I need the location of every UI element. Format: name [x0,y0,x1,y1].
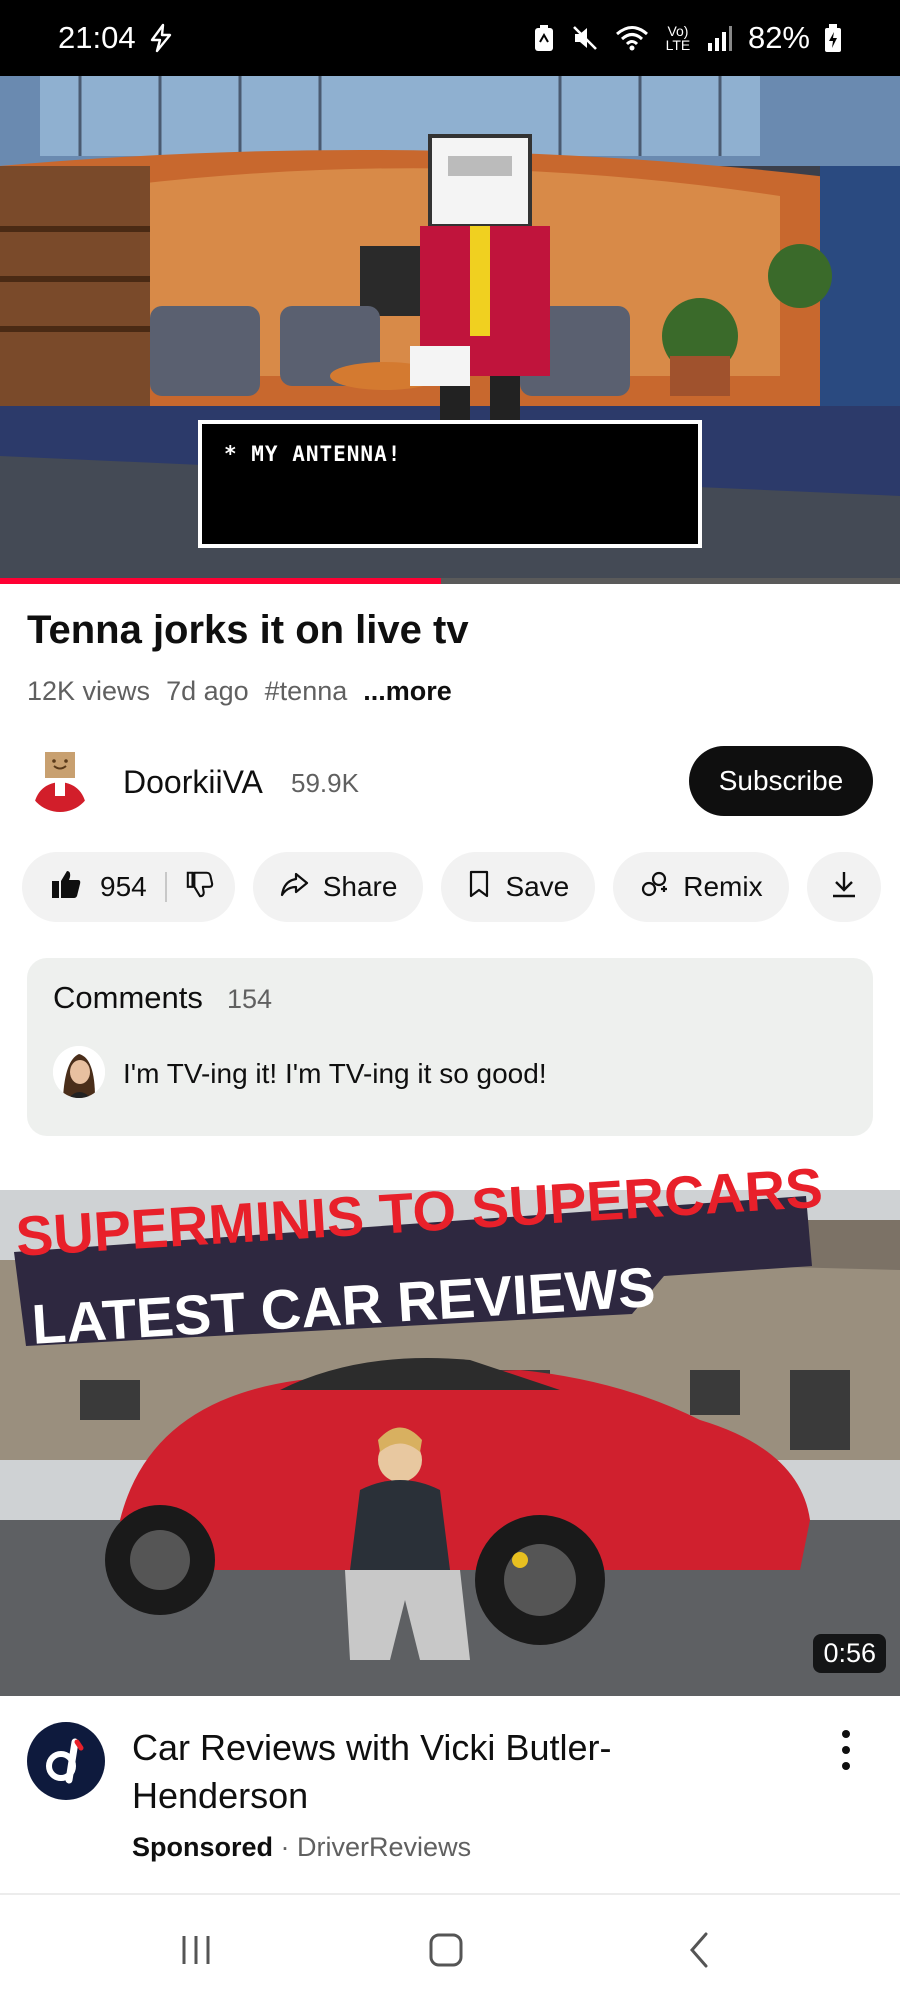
channel-avatar[interactable] [27,746,93,812]
video-meta[interactable]: 12K views 7d ago #tenna ...more [27,676,452,707]
share-icon [279,869,309,906]
channel-name[interactable]: DoorkiiVA [123,764,263,801]
lightning-icon [146,23,176,53]
subscribe-button[interactable]: Subscribe [689,746,873,816]
bookmark-icon [467,869,491,906]
channel-row: DoorkiiVA 59.9K Subscribe [27,746,873,818]
comments-card[interactable]: Comments 154 I'm TV-ing it! I'm TV-ing i… [27,958,873,1136]
back-button[interactable] [670,1925,730,1975]
download-button[interactable] [806,852,881,922]
remix-label: Remix [683,871,763,902]
recent-apps-icon [182,1936,210,1964]
upload-age: 7d ago [166,676,249,706]
signal-icon [706,23,734,53]
hashtag-link[interactable]: #tenna [265,676,348,707]
ad-title[interactable]: Car Reviews with Vicki Butler-Henderson [132,1724,692,1820]
thumbs-up-icon [50,868,82,907]
status-bar: 21:04 Vo) LTE 82% [0,0,900,76]
duration-badge: 0:56 [813,1634,886,1673]
progress-fill [0,578,441,584]
status-right: Vo) LTE 82% [532,20,842,56]
top-comment-text: I'm TV-ing it! I'm TV-ing it so good! [123,1058,547,1089]
remix-icon [639,869,669,906]
dislike-button[interactable] [167,869,215,906]
system-nav-bar [0,1893,900,2000]
advertiser-logo[interactable] [27,1722,105,1800]
game-dialog-box: * MY ANTENNA! [198,420,702,548]
remix-button[interactable]: Remix [613,852,789,922]
more-options-icon[interactable] [836,1730,856,1770]
like-dislike-pill: 954 [22,852,235,922]
ad-subline: Sponsored · DriverReviews [132,1832,471,1863]
share-button[interactable]: Share [252,852,424,922]
wifi-icon [614,23,650,53]
dialog-text: * MY ANTENNA! [224,442,402,466]
commenter-avatar [53,1046,105,1098]
video-player[interactable]: * MY ANTENNA! [0,76,900,581]
status-left: 21:04 [58,20,176,56]
save-label: Save [505,871,570,902]
download-icon [829,869,859,906]
home-button[interactable] [416,1925,476,1975]
network-label: Vo) LTE [665,23,691,53]
comments-title: Comments [53,980,203,1015]
like-button[interactable]: 954 [50,868,165,907]
battery-percent: 82% [747,20,810,55]
home-icon [429,1933,463,1967]
video-title[interactable]: Tenna jorks it on live tv [27,608,469,653]
status-time: 21:04 [58,20,136,55]
progress-bar[interactable] [0,578,900,584]
share-label: Share [322,871,398,902]
view-count: 12K views [27,676,151,706]
like-count: 954 [100,871,147,902]
thumbs-down-icon [185,869,215,906]
ad-info[interactable]: Car Reviews with Vicki Butler-Henderson … [0,1696,900,1896]
subscriber-count: 59.9K [291,768,359,798]
comments-count: 154 [227,984,273,1014]
advertiser-name[interactable]: DriverReviews [297,1832,471,1862]
save-button[interactable]: Save [441,852,596,922]
action-buttons-row: 954 Share Save Remix [22,852,881,922]
ad-separator: · [280,1832,290,1862]
battery-saver-icon [532,23,556,53]
sponsored-label: Sponsored [132,1832,274,1862]
recent-apps-button[interactable] [166,1925,226,1975]
more-link[interactable]: ...more [363,676,452,707]
mute-icon [570,23,600,53]
back-icon [690,1932,708,1968]
battery-icon [824,23,842,53]
